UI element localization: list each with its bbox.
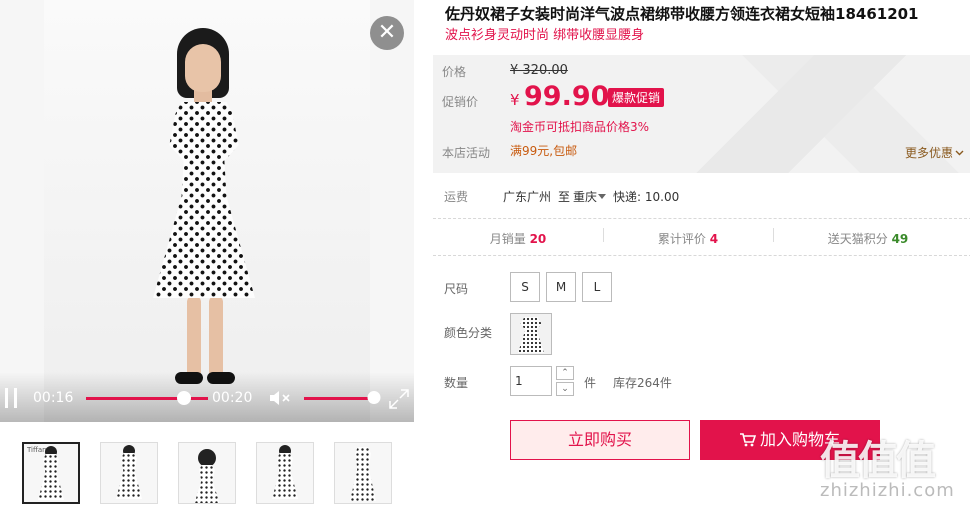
mute-icon[interactable]	[268, 389, 292, 407]
volume-slider[interactable]	[304, 391, 381, 404]
more-discounts-label: 更多优惠	[904, 146, 953, 160]
promo-label: 促销价	[442, 95, 479, 109]
promo-badge: 爆款促销	[608, 88, 665, 107]
model-figure	[139, 20, 269, 400]
size-label: 尺码	[444, 282, 469, 296]
shipping-row: 运费 广东广州 至 重庆 快递: 10.00	[433, 186, 970, 218]
video-frame	[44, 0, 370, 422]
polka-dot-dress	[153, 102, 255, 298]
currency-symbol: ¥	[510, 91, 520, 109]
monthly-sales: 月销量 20	[489, 232, 547, 246]
color-option-swatch[interactable]	[510, 313, 552, 355]
size-option-l[interactable]: L	[582, 272, 612, 302]
caret-down-icon	[598, 194, 607, 199]
product-page: ✕ 00:16 00:20 Tiffany 佐丹奴裙子女装时尚洋气波点裙绑带收腰…	[0, 0, 970, 510]
color-label: 颜色分类	[444, 326, 493, 340]
quantity-decrease-button[interactable]: ⌄	[556, 382, 574, 396]
stock-count: 库存264件	[613, 376, 672, 390]
close-icon[interactable]: ✕	[370, 16, 404, 50]
tmall-points: 送天猫积分 49	[827, 232, 909, 246]
promo-price: 99.90	[524, 81, 610, 112]
volume-handle[interactable]	[367, 391, 381, 404]
activity-label: 本店活动	[442, 146, 491, 160]
progress-bar[interactable]	[86, 391, 208, 405]
watermark-logo: 值值值	[820, 438, 936, 484]
price-panel: 价格 ¥ 320.00 促销价 ¥ 99.90 爆款促销 淘金币可抵扣商品价格3…	[433, 55, 970, 173]
current-time: 00:16	[33, 390, 74, 406]
watermark-url: zhizhizhi.com	[820, 480, 955, 501]
destination-label: 重庆	[573, 190, 598, 204]
thumbnail-1[interactable]: Tiffany	[22, 442, 80, 504]
fullscreen-icon[interactable]	[388, 388, 410, 410]
thumbnail-5[interactable]	[334, 442, 392, 504]
thumbnail-4[interactable]	[256, 442, 314, 504]
thumbnail-2[interactable]	[100, 442, 158, 504]
size-option-m[interactable]: M	[546, 272, 576, 302]
product-title: 佐丹奴裙子女装时尚洋气波点裙绑带收腰方领连衣裙女短袖18461201	[445, 5, 919, 23]
original-price: ¥ 320.00	[510, 63, 568, 78]
quantity-unit: 件	[584, 376, 597, 390]
destination-selector[interactable]: 重庆	[573, 188, 607, 205]
chevron-down-icon	[955, 150, 964, 156]
cart-icon	[739, 433, 757, 447]
duration: 00:20	[212, 390, 253, 406]
ship-from: 广东广州	[503, 190, 552, 204]
shop-activity: 满99元,包邮	[510, 144, 578, 158]
shipping-label: 运费	[444, 190, 469, 204]
review-count[interactable]: 累计评价 4	[603, 230, 773, 247]
progress-handle[interactable]	[176, 391, 191, 405]
quantity-input[interactable]	[510, 366, 552, 396]
divider	[433, 218, 970, 219]
player-controls: 00:16 00:20	[0, 372, 414, 422]
size-option-s[interactable]: S	[510, 272, 540, 302]
buy-now-button[interactable]: 立即购买	[510, 420, 690, 460]
price-label: 价格	[442, 65, 467, 79]
pause-icon[interactable]	[5, 388, 17, 408]
quantity-label: 数量	[444, 376, 469, 390]
video-player[interactable]: ✕ 00:16 00:20	[0, 0, 414, 422]
quantity-increase-button[interactable]: ⌃	[556, 366, 574, 380]
thumbnail-3[interactable]	[178, 442, 236, 504]
thumbnail-strip: Tiffany	[22, 442, 392, 504]
stats-row: 月销量 20 累计评价 4 送天猫积分 49	[433, 226, 970, 250]
shipping-fee: 快递: 10.00	[613, 190, 680, 204]
coin-note: 淘金币可抵扣商品价格3%	[510, 120, 650, 134]
ship-to-word: 至	[558, 190, 571, 204]
product-subtitle: 波点衫身灵动时尚 绑带收腰显腰身	[445, 28, 645, 43]
more-discounts-link[interactable]: 更多优惠	[905, 144, 964, 161]
divider	[433, 255, 970, 256]
